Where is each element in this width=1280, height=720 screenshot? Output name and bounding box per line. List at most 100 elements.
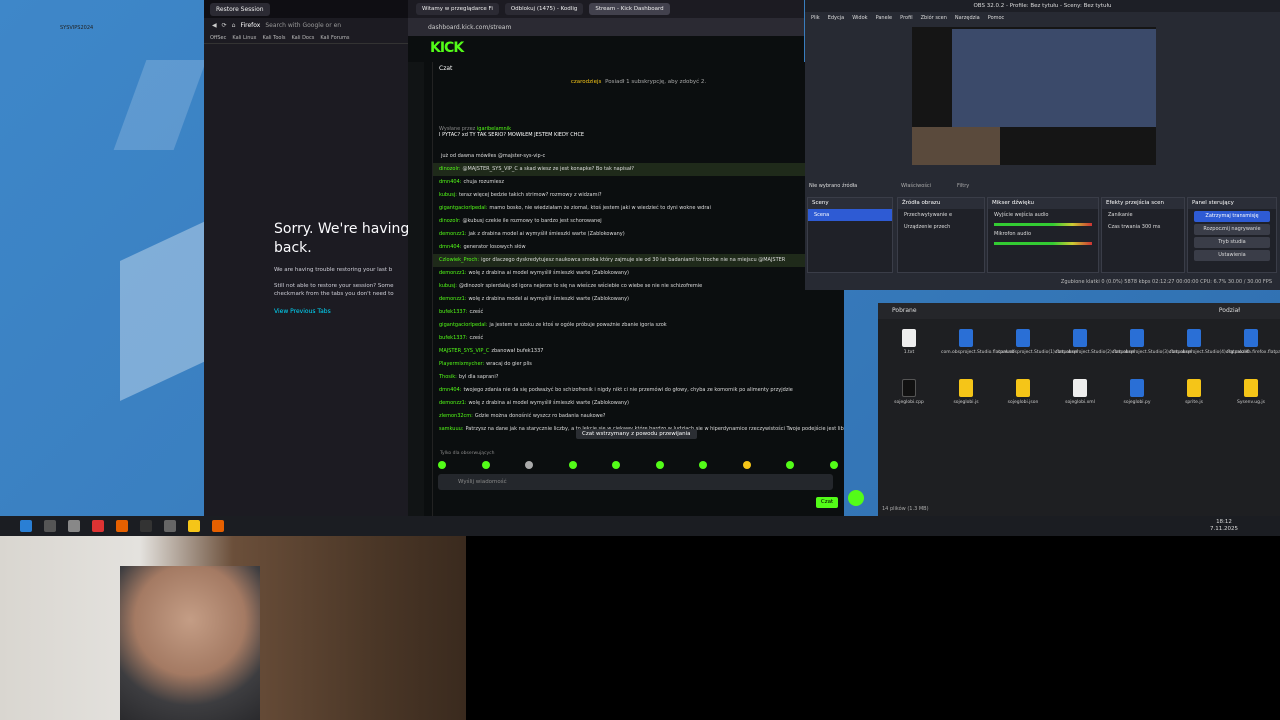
chat-username[interactable]: demonzz1: [439, 296, 466, 302]
terminal-icon[interactable] [92, 520, 104, 532]
menu-item[interactable]: Profil [900, 15, 912, 21]
chat-username[interactable]: demonzz1: [439, 400, 466, 406]
source-item[interactable]: Przechwytywanie e [898, 209, 984, 221]
chat-username[interactable]: bufek1337: [439, 309, 467, 315]
file-item[interactable]: Sysenv.ug.js [1226, 379, 1276, 405]
file-item[interactable]: sojeglobi.js [941, 379, 991, 405]
chat-username[interactable]: Playermixmycher: [439, 361, 484, 367]
bookmark-item[interactable]: Kali Tools [263, 35, 286, 41]
menu-item[interactable]: Narzędzia [955, 15, 980, 21]
chat-username[interactable]: demonzz1: [439, 231, 466, 237]
kick-live-icon[interactable] [848, 490, 864, 506]
file-item[interactable]: org.mozilla.firefox.flatpakref [1226, 329, 1280, 355]
filters-button[interactable]: Filtry [957, 183, 969, 189]
bookmark-item[interactable]: OffSec [210, 35, 226, 41]
file-item[interactable]: sojeglobi.xml [1055, 379, 1105, 405]
settings-button[interactable]: Ustawienia [1194, 250, 1270, 261]
emote-icon[interactable] [525, 461, 534, 469]
bookmark-item[interactable]: Kali Linux [232, 35, 256, 41]
duration-field[interactable]: Czas trwania 300 ms [1102, 221, 1184, 233]
file-item[interactable]: sprite.js [1169, 379, 1219, 405]
browser-tab[interactable]: Odblokuj (1475) - Kodlig [504, 3, 584, 15]
file-item[interactable]: com.obsproject.Studio(2).flatpakref [1055, 329, 1135, 355]
split-view-button[interactable]: Podział [1219, 303, 1240, 319]
search-input[interactable]: Search with Google or en [265, 22, 341, 29]
chat-username[interactable]: dinozolr: [439, 166, 461, 172]
menu-item[interactable]: Pomoc [988, 15, 1005, 21]
emote-icon[interactable] [438, 461, 446, 469]
chat-username[interactable]: demonzz1: [439, 270, 466, 276]
reply-text: I PYTAC? xd TY TAK SERIO? MOWIŁEM JESTEM… [439, 132, 585, 138]
file-item[interactable]: com.obsproject.Studio(1).flatpakref [998, 329, 1078, 355]
app-menu-icon[interactable] [20, 520, 32, 532]
chat-username[interactable]: gigantgaciorlpedal: [439, 322, 487, 328]
file-item[interactable]: sojeglobi.cpp [884, 379, 934, 405]
menu-item[interactable]: Widok [852, 15, 867, 21]
file-item[interactable]: sojeglobi.py [1112, 379, 1162, 405]
chat-username[interactable]: bufek1337: [439, 335, 467, 341]
chat-input[interactable]: Wyślij wiadomość [438, 474, 833, 490]
file-manager-icon[interactable] [68, 520, 80, 532]
menu-item[interactable]: Plik [811, 15, 820, 21]
transition-select[interactable]: Zanikanie [1102, 209, 1184, 221]
file-item[interactable]: com.obsproject.Studio(4).flatpakref [1169, 329, 1249, 355]
view-previous-tabs-link[interactable]: View Previous Tabs [274, 308, 414, 315]
home-icon[interactable]: ⌂ [232, 22, 236, 29]
emote-icon[interactable] [786, 461, 795, 469]
folder-icon[interactable] [188, 520, 200, 532]
menu-item[interactable]: Edycja [828, 15, 845, 21]
console-icon[interactable] [140, 520, 152, 532]
reload-icon[interactable]: ⟳ [222, 22, 227, 29]
studio-mode-button[interactable]: Tryb studia [1194, 237, 1270, 248]
firefox-2-icon[interactable] [212, 520, 224, 532]
emote-icon[interactable] [699, 461, 708, 469]
chat-username[interactable]: dinozolr: [439, 218, 461, 224]
scene-item[interactable]: Scena [808, 209, 892, 221]
back-icon[interactable]: ◀ [212, 22, 217, 29]
file-item[interactable]: sojeglobi.json [998, 379, 1048, 405]
chat-username[interactable]: Czlowiek_Proch: [439, 257, 479, 263]
start-recording-button[interactable]: Rozpocznij nagrywanie [1194, 224, 1270, 235]
obs-preview[interactable] [912, 27, 1156, 165]
emote-icon[interactable] [742, 461, 751, 469]
chat-username[interactable]: samkuuu: [439, 426, 463, 432]
chat-username[interactable]: dmn404: [439, 179, 461, 185]
clock[interactable]: 18:12 7.11.2025 [1210, 519, 1238, 533]
file-item[interactable]: com.obsproject.Studio.flatpakref [941, 329, 1014, 355]
chat-username[interactable]: dmn404: [439, 244, 461, 250]
chat-username[interactable]: Thosik: [439, 374, 457, 380]
pinned-user[interactable]: czarodziejs [571, 79, 601, 85]
address-bar[interactable]: dashboard.kick.com/stream [408, 18, 804, 36]
emote-icon[interactable] [481, 461, 490, 469]
chat-username[interactable]: kubusj: [439, 192, 457, 198]
chat-username[interactable]: MAJSTER_SYS_VIP_C [439, 348, 489, 354]
chat-username[interactable]: dmn404: [439, 387, 461, 393]
firefox-icon[interactable] [116, 520, 128, 532]
chat-username[interactable]: kubusj: [439, 283, 457, 289]
browser-tab[interactable]: Witamy w przeglądarce Fi [416, 3, 499, 15]
file-item[interactable]: 1.txt [884, 329, 934, 355]
menu-item[interactable]: Panele [876, 15, 893, 21]
chat-paused-banner[interactable]: Czat wstrzymany z powodu przewijania [576, 429, 697, 439]
show-desktop-icon[interactable] [44, 520, 56, 532]
bookmark-item[interactable]: Kali Forums [320, 35, 349, 41]
emote-icon[interactable] [568, 461, 577, 469]
menu-item[interactable]: Zbiór scen [921, 15, 947, 21]
kick-logo[interactable]: KICK [430, 40, 464, 56]
stop-streaming-button[interactable]: Zatrzymaj transmisję [1194, 211, 1270, 222]
obs-icon[interactable] [164, 520, 176, 532]
chat-username[interactable]: zlemon32cm: [439, 413, 473, 419]
tab-restore-session[interactable]: Restore Session [210, 2, 270, 16]
emote-icon[interactable] [612, 461, 621, 469]
file-icon [902, 329, 916, 347]
file-icon [1187, 329, 1201, 347]
chat-send-button[interactable]: Czat [816, 497, 838, 508]
properties-button[interactable]: Właściwości [901, 183, 931, 189]
browser-tab[interactable]: Stream - Kick Dashboard [589, 3, 670, 15]
file-item[interactable]: com.obsproject.Studio(3).flatpakref [1112, 329, 1192, 355]
chat-username[interactable]: gigantgaciorlpedal: [439, 205, 487, 211]
emote-icon[interactable] [655, 461, 664, 469]
bookmark-item[interactable]: Kali Docs [291, 35, 314, 41]
source-item[interactable]: Urządzenie przech [898, 221, 984, 233]
emote-icon[interactable] [829, 461, 838, 469]
